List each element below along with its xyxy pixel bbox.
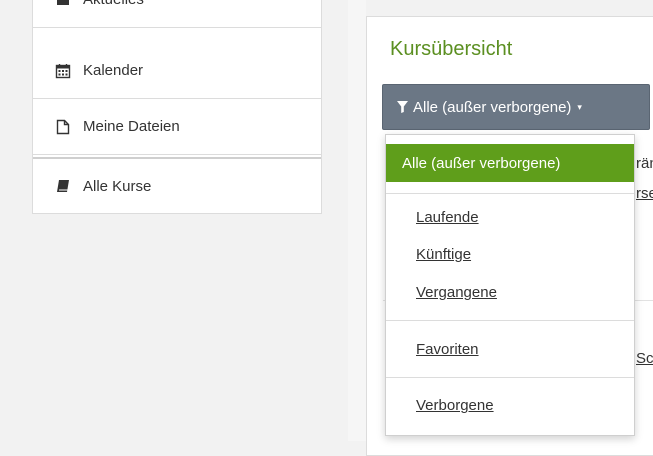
sidebar-item-aktuelles[interactable]: Aktuelles (33, 0, 321, 28)
sidebar-item-alle-kurse[interactable]: Alle Kurse (33, 157, 321, 213)
sidebar-item-label: Aktuelles (83, 0, 144, 8)
sidebar-item-label: Meine Dateien (83, 118, 180, 135)
dropdown-divider (386, 320, 634, 321)
sidebar-item-label: Kalender (83, 62, 144, 79)
sidebar-nav: Aktuelles Kalender Meine Dateien Alle Ku… (32, 0, 322, 214)
course-link-fragment[interactable]: rse (636, 185, 653, 202)
dropdown-item-vergangene[interactable]: Vergangene (416, 284, 497, 301)
book-icon (55, 178, 71, 194)
newspaper-icon (55, 0, 71, 8)
sidebar-item-kalender[interactable]: Kalender (33, 43, 321, 99)
filter-icon (397, 101, 408, 113)
dropdown-item-verborgene[interactable]: Verborgene (416, 397, 494, 414)
course-link-fragment[interactable]: Sc (636, 350, 653, 367)
dropdown-item-laufende[interactable]: Laufende (416, 209, 479, 226)
dropdown-item-favoriten[interactable]: Favoriten (416, 341, 479, 358)
dropdown-item-kuenftige[interactable]: Künftige (416, 246, 471, 263)
dropdown-item-all-except-hidden[interactable]: Alle (außer verborgene) (386, 144, 634, 182)
filter-dropdown-button[interactable]: Alle (außer verborgene) ▾ (382, 84, 650, 130)
file-icon (55, 119, 71, 135)
filter-button-label: Alle (außer verborgene) (413, 98, 572, 116)
dropdown-divider (386, 193, 634, 194)
course-text-fragment: rän (636, 155, 653, 172)
page-title: Kursübersicht (390, 38, 513, 60)
sidebar-item-label: Alle Kurse (83, 177, 152, 195)
column-gutter (348, 0, 366, 441)
sidebar-item-meine-dateien[interactable]: Meine Dateien (33, 99, 321, 155)
chevron-down-icon: ▾ (577, 101, 582, 112)
calendar-icon (55, 63, 71, 79)
dropdown-divider (386, 377, 634, 378)
